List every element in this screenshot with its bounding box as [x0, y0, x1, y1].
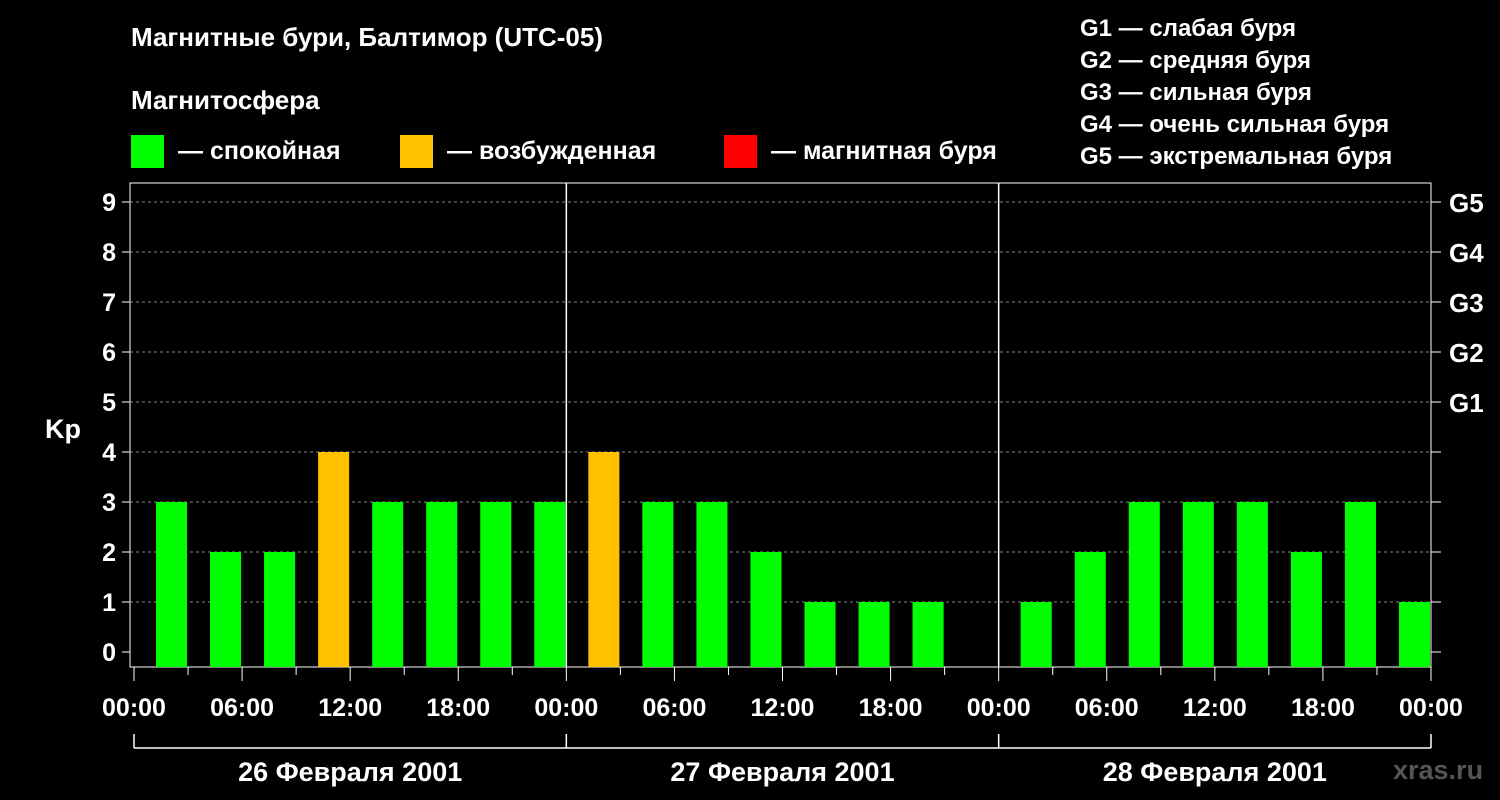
kp-bar: [1074, 552, 1106, 667]
scale-note-g1: G1 — слабая буря: [1080, 15, 1297, 42]
chart-title: Магнитные бури, Балтимор (UTC-05): [131, 22, 604, 52]
kp-bar: [588, 452, 620, 667]
kp-bar: [264, 552, 296, 667]
x-tick-label: 12:00: [751, 694, 815, 722]
kp-bar: [750, 552, 782, 667]
x-tick-label: 18:00: [426, 694, 490, 722]
watermark: xras.ru: [1393, 755, 1484, 785]
x-tick-label: 12:00: [318, 694, 382, 722]
kp-bar: [156, 502, 188, 667]
legend-swatch-storm: [724, 134, 757, 168]
y-tick-label: 8: [102, 239, 116, 267]
kp-bar: [210, 552, 242, 667]
y-tick-label: 3: [102, 489, 116, 517]
kp-bar: [1128, 502, 1160, 667]
day-label: 27 Февраля 2001: [670, 757, 894, 787]
day-label: 28 Февраля 2001: [1103, 757, 1327, 787]
g-scale-label: G3: [1449, 288, 1484, 318]
kp-bar: [480, 502, 512, 667]
day-label: 26 Февраля 2001: [238, 757, 462, 787]
x-tick-label: 00:00: [1399, 694, 1463, 722]
y-tick-label: 6: [102, 339, 116, 367]
scale-note-g4: G4 — очень сильная буря: [1080, 111, 1390, 138]
kp-bar: [1182, 502, 1214, 667]
kp-bar: [1236, 502, 1268, 667]
legend-active: — возбужденная: [400, 134, 656, 168]
x-tick-label: 18:00: [1291, 694, 1355, 722]
kp-bar: [318, 452, 350, 667]
y-tick-label: 0: [102, 639, 116, 667]
legend-swatch-active: [400, 134, 433, 168]
legend-label-active: — возбужденная: [447, 136, 657, 165]
kp-bar: [642, 502, 674, 667]
x-tick-label: 12:00: [1183, 694, 1247, 722]
y-tick-label: 5: [102, 389, 116, 417]
kp-bar: [426, 502, 458, 667]
kp-bar: [858, 602, 890, 667]
scale-note-g2: G2 — средняя буря: [1080, 47, 1311, 74]
y-tick-label: 7: [102, 289, 116, 317]
x-tick-label: 00:00: [967, 694, 1031, 722]
kp-bar: [912, 602, 944, 667]
legend-swatch-quiet: [131, 134, 164, 168]
x-tick-label: 06:00: [210, 694, 274, 722]
kp-bar: [1020, 602, 1052, 667]
y-tick-label: 2: [102, 539, 116, 567]
kp-bar: [372, 502, 404, 667]
scale-note-g3: G3 — сильная буря: [1080, 79, 1312, 106]
kp-bar: [696, 502, 728, 667]
kp-bar: [804, 602, 836, 667]
kp-bar: [1398, 602, 1430, 667]
g-scale-label: G4: [1449, 238, 1484, 268]
legend-label-quiet: — спокойная: [178, 136, 341, 165]
kp-bar: [1344, 502, 1376, 667]
g-scale-label: G2: [1449, 338, 1484, 368]
x-tick-label: 00:00: [102, 694, 166, 722]
legend-label-storm: — магнитная буря: [771, 136, 997, 165]
kp-bar: [1290, 552, 1322, 667]
y-tick-label: 9: [102, 189, 116, 217]
x-tick-label: 18:00: [859, 694, 923, 722]
legend-quiet: — спокойная: [131, 134, 341, 168]
x-tick-label: 06:00: [1075, 694, 1139, 722]
y-axis-label: Kp: [45, 414, 81, 444]
kp-bar: [534, 502, 566, 667]
y-tick-label: 4: [102, 439, 116, 467]
y-tick-label: 1: [102, 589, 116, 617]
legend-storm: — магнитная буря: [724, 134, 997, 168]
x-tick-label: 06:00: [642, 694, 706, 722]
x-tick-label: 00:00: [534, 694, 598, 722]
scale-note-g5: G5 — экстремальная буря: [1080, 143, 1393, 170]
chart-subtitle: Магнитосфера: [131, 85, 320, 115]
storm-scale-legend: G1 — слабая буря G2 — средняя буря G3 — …: [1080, 13, 1392, 173]
g-scale-label: G1: [1449, 388, 1484, 418]
g-scale-label: G5: [1449, 188, 1484, 218]
